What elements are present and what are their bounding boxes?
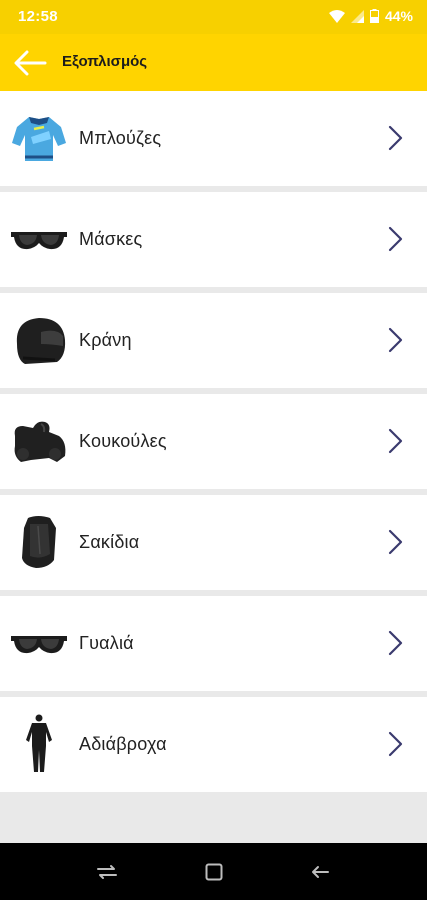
list-item-label: Μάσκες	[79, 229, 143, 249]
motorcycle-cover-icon	[10, 408, 68, 474]
list-item-masks[interactable]: Μάσκες	[0, 192, 427, 287]
list-item-label: Σακίδια	[79, 532, 140, 552]
list-item-label: Κουκούλες	[79, 431, 167, 451]
status-icons: 44%	[328, 8, 413, 24]
home-square-icon	[205, 863, 223, 881]
list-item-label: Αδιάβροχα	[79, 734, 167, 754]
recent-apps-button[interactable]	[87, 857, 127, 887]
status-time: 12:58	[18, 8, 58, 25]
backpack-icon	[10, 509, 68, 575]
wifi-icon	[328, 9, 345, 23]
list-item-rainwear[interactable]: Αδιάβροχα	[0, 697, 427, 792]
signal-icon	[350, 9, 364, 23]
page-title: Εξοπλισμός	[62, 53, 148, 70]
back-button[interactable]	[8, 42, 52, 84]
rain-suit-icon	[10, 711, 68, 777]
chevron-right-icon	[388, 226, 403, 252]
chevron-right-icon	[388, 630, 403, 656]
chevron-right-icon	[388, 529, 403, 555]
status-bar: 12:58 44%	[0, 0, 427, 34]
recent-apps-icon	[97, 865, 117, 879]
list-item-backpacks[interactable]: Σακίδια	[0, 495, 427, 590]
battery-percent: 44%	[384, 8, 413, 24]
goggles-icon	[10, 206, 68, 272]
back-arrow-icon	[312, 866, 329, 878]
helmet-icon	[10, 307, 68, 373]
list-item-covers[interactable]: Κουκούλες	[0, 394, 427, 489]
system-back-button[interactable]	[300, 857, 340, 887]
list-item-label: Κράνη	[79, 330, 132, 350]
chevron-right-icon	[388, 125, 403, 151]
list-item-helmets[interactable]: Κράνη	[0, 293, 427, 388]
jersey-icon	[10, 105, 68, 171]
chevron-right-icon	[388, 731, 403, 757]
chevron-right-icon	[388, 327, 403, 353]
app-bar: Εξοπλισμός	[0, 34, 427, 91]
arrow-left-icon	[14, 50, 47, 76]
list-item-label: Μπλούζες	[79, 128, 162, 148]
battery-icon	[369, 9, 379, 23]
chevron-right-icon	[388, 428, 403, 454]
list-item-glasses[interactable]: Γυαλιά	[0, 596, 427, 691]
system-nav-bar	[0, 843, 427, 900]
goggles-icon	[10, 610, 68, 676]
list-item-label: Γυαλιά	[79, 633, 134, 653]
list-item-jerseys[interactable]: Μπλούζες	[0, 91, 427, 186]
home-button[interactable]	[194, 857, 234, 887]
equipment-list: Μπλούζες Μάσκες Κράνη Κουκούλες Σακίδια …	[0, 91, 427, 798]
